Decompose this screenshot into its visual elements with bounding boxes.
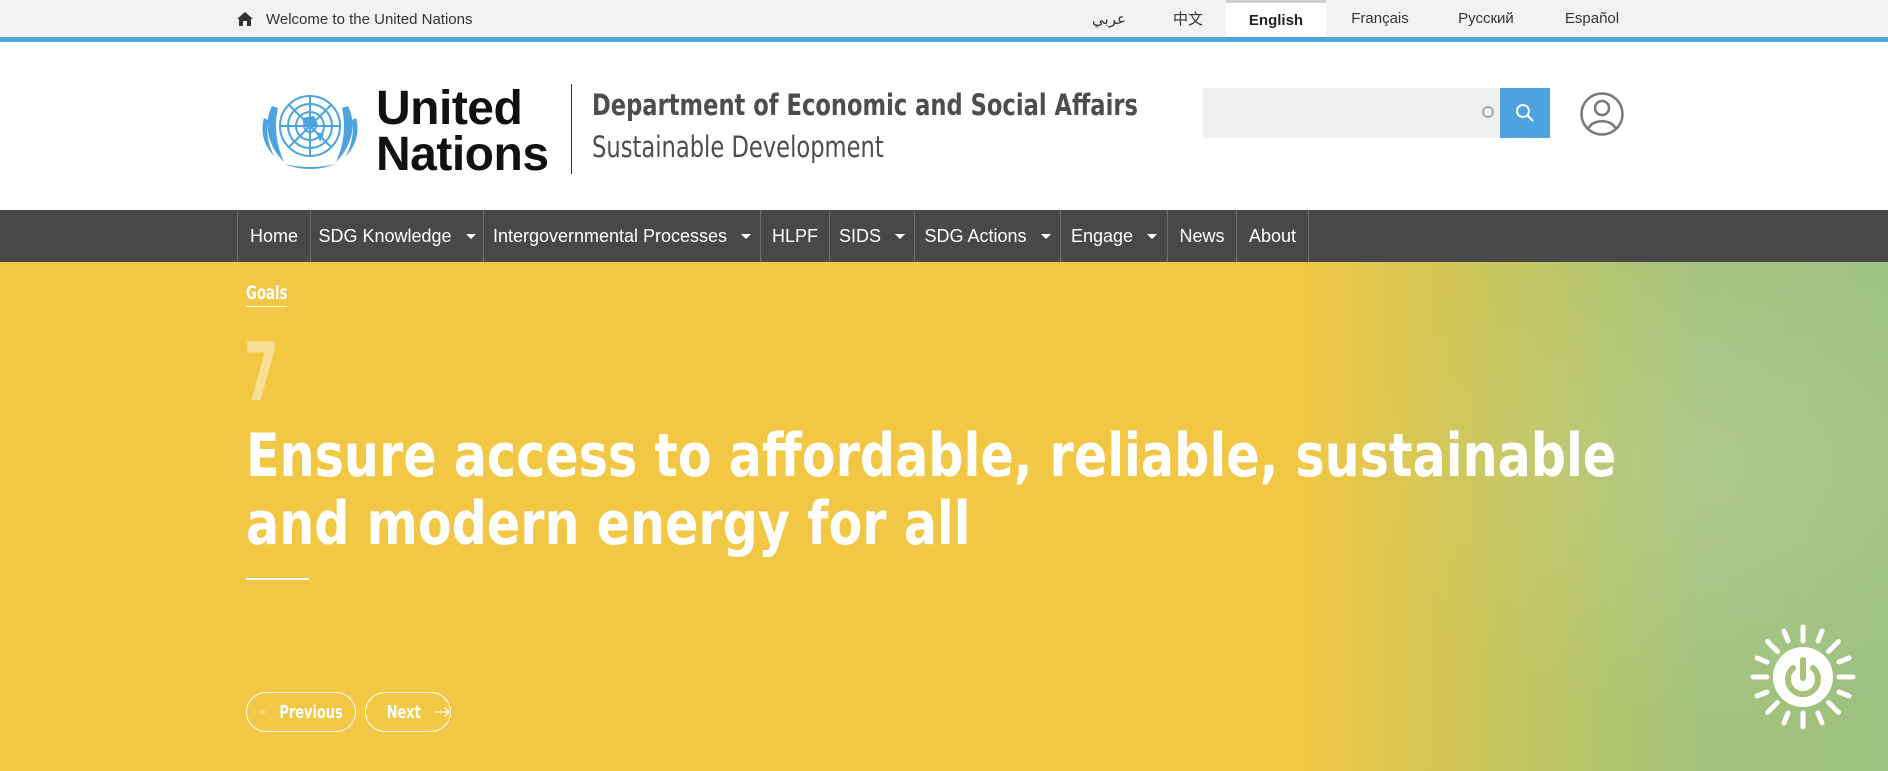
caret-down-icon — [741, 233, 752, 239]
lang-chinese[interactable]: 中文 — [1160, 0, 1216, 37]
nav-about-label: About — [1248, 225, 1297, 246]
nav-about[interactable]: About — [1236, 210, 1309, 262]
search-button[interactable] — [1500, 88, 1550, 138]
caret-down-icon — [895, 233, 905, 239]
sun-power-icon — [1750, 624, 1856, 730]
caret-down-icon — [1040, 233, 1051, 239]
nav-intergovernmental-processes[interactable]: Intergovernmental Processes — [483, 210, 760, 262]
header-divider — [571, 84, 572, 174]
un-wordmark-line1: United — [376, 82, 523, 135]
user-account-button[interactable] — [1580, 92, 1624, 141]
nav-home[interactable]: Home — [237, 210, 310, 262]
welcome-link[interactable]: Welcome to the United Nations — [236, 0, 473, 38]
top-bar: Welcome to the United Nations عربي 中文 En… — [0, 0, 1888, 42]
next-button[interactable]: Next — [365, 692, 451, 732]
previous-label: Previous — [279, 701, 343, 723]
nav-engage-label: Engage — [1070, 225, 1134, 246]
arrow-right-icon — [434, 707, 450, 717]
goal-title: Ensure access to affordable, reliable, s… — [246, 421, 1617, 559]
user-icon — [1580, 92, 1624, 136]
nav-home-label: Home — [249, 225, 298, 246]
welcome-text: Welcome to the United Nations — [266, 10, 473, 28]
nav-sdg-knowledge[interactable]: SDG Knowledge — [310, 210, 483, 262]
search-icon — [1516, 104, 1534, 122]
goal-hero: Goals 7 Ensure access to affordable, rel… — [0, 262, 1888, 771]
lang-english[interactable]: English — [1226, 0, 1326, 37]
goal-title-line2: and modern energy for all — [246, 489, 971, 559]
nav-news[interactable]: News — [1167, 210, 1236, 262]
lang-spanish[interactable]: Español — [1554, 0, 1630, 37]
nav-news-label: News — [1179, 225, 1225, 246]
nav-sdg-knowledge-label: SDG Knowledge — [318, 225, 452, 246]
search-loading-icon — [1482, 106, 1494, 118]
main-navigation: Home SDG Knowledge Intergovernmental Pro… — [0, 210, 1888, 262]
lang-arabic[interactable]: عربي — [1084, 0, 1134, 37]
department-title[interactable]: Department of Economic and Social Affair… — [592, 88, 1138, 122]
nav-hlpf[interactable]: HLPF — [760, 210, 829, 262]
nav-hlpf-label: HLPF — [771, 225, 818, 246]
previous-button[interactable]: Previous — [246, 692, 356, 732]
nav-sids[interactable]: SIDS — [829, 210, 914, 262]
nav-sdg-actions[interactable]: SDG Actions — [914, 210, 1060, 262]
site-header: United Nations Department of Economic an… — [0, 42, 1888, 210]
lang-french[interactable]: Français — [1340, 0, 1420, 37]
goal-number: 7 — [244, 326, 279, 419]
caret-down-icon — [1147, 233, 1158, 239]
next-label: Next — [386, 701, 421, 723]
search-input[interactable] — [1203, 88, 1500, 138]
arrow-left-icon — [261, 710, 267, 714]
home-icon — [237, 12, 253, 26]
un-emblem-icon — [262, 95, 358, 169]
un-wordmark-line2: Nations — [376, 128, 549, 181]
nav-sids-label: SIDS — [838, 225, 881, 246]
un-wordmark: United Nations — [376, 82, 549, 181]
nav-intergovernmental-label: Intergovernmental Processes — [492, 225, 728, 246]
title-underline — [246, 578, 309, 580]
nav-sdg-actions-label: SDG Actions — [924, 225, 1027, 246]
breadcrumb-goals[interactable]: Goals — [246, 282, 288, 307]
site-subtitle[interactable]: Sustainable Development — [592, 130, 884, 164]
lang-russian[interactable]: Русский — [1444, 0, 1528, 37]
goal-title-line1: Ensure access to affordable, reliable, s… — [246, 421, 1617, 491]
nav-engage[interactable]: Engage — [1060, 210, 1167, 262]
caret-down-icon — [465, 233, 476, 239]
